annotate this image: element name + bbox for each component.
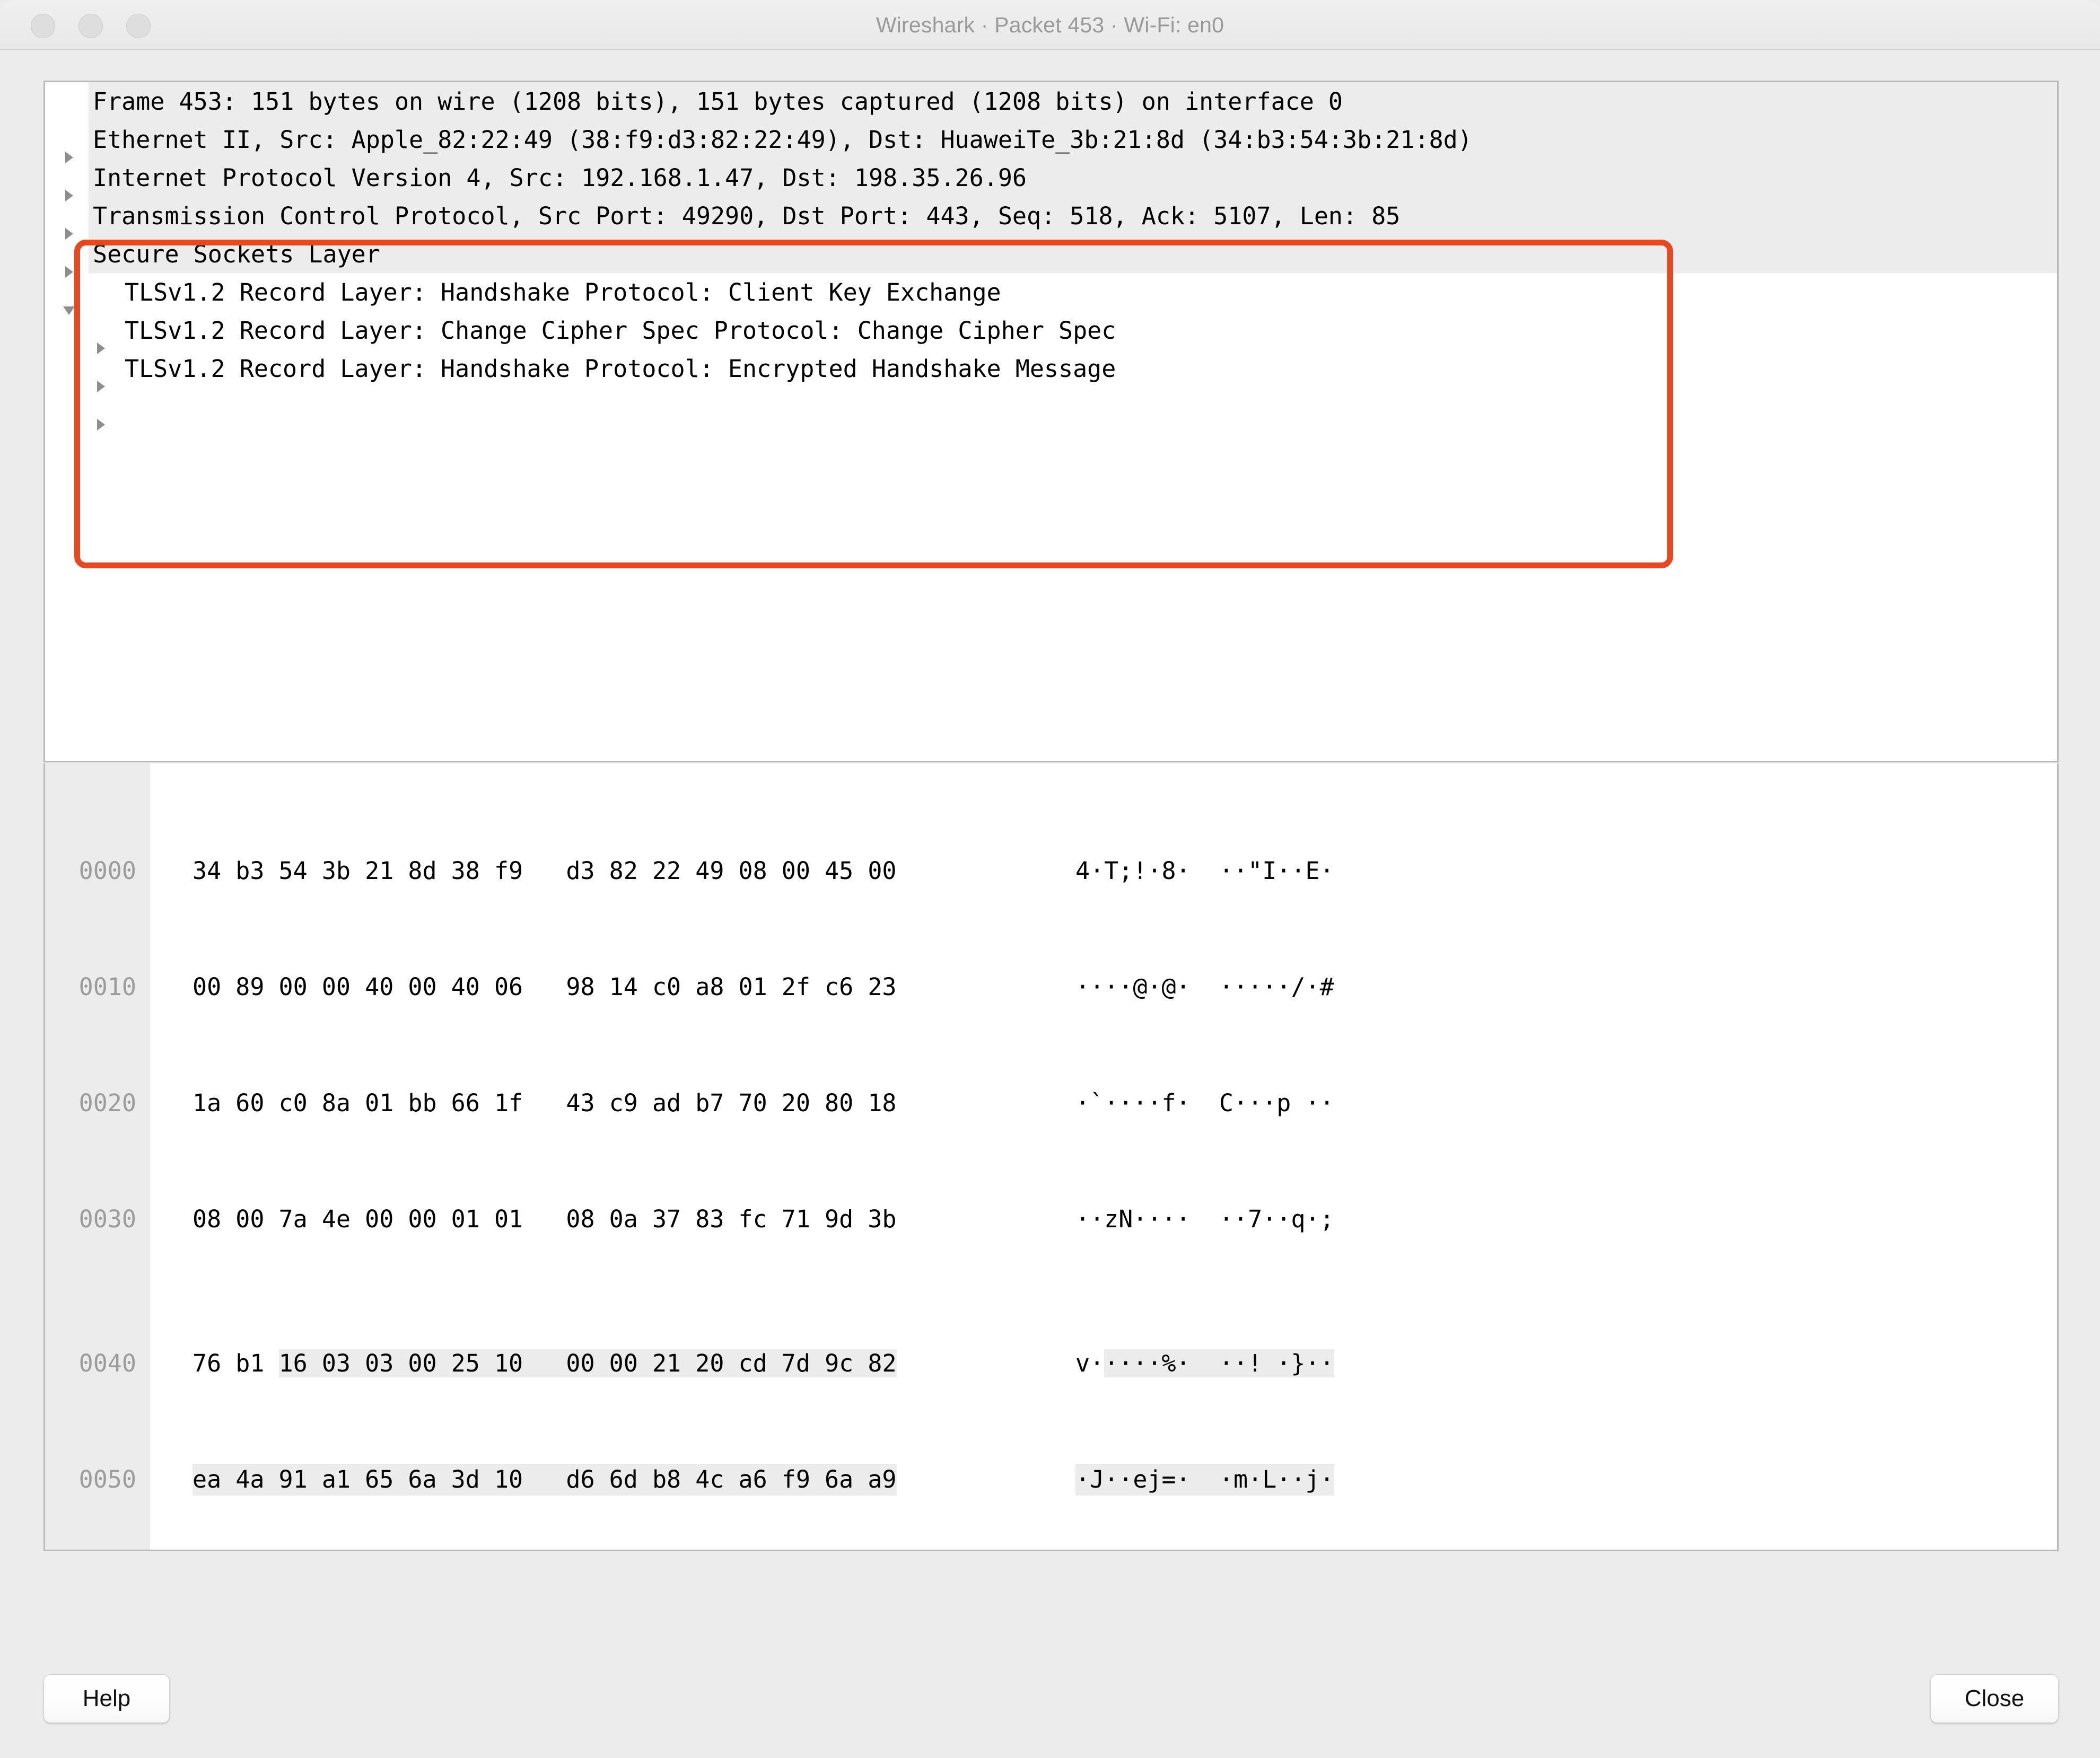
hex-ascii: ····@·@· ·····/·# [1075,973,1334,1001]
tree-row-secure-sockets-layer[interactable]: Secure Sockets Layer [45,235,2057,315]
tree-row[interactable]: Internet Protocol Version 4, Src: 192.16… [45,159,2057,240]
chevron-right-icon[interactable] [61,208,77,278]
hex-ascii: ·J··ej=· ·m·L··j· [1075,1464,1334,1496]
tree-row-label: TLSv1.2 Record Layer: Change Cipher Spec… [125,316,1116,345]
hex-bytes: 00 89 00 00 40 00 40 06 98 14 c0 a8 01 2… [192,973,897,1001]
hex-ascii: ·`····f· C···p ·· [1075,1089,1334,1117]
chevron-right-icon[interactable] [93,361,109,430]
tree-row-label: Internet Protocol Version 4, Src: 192.16… [93,163,1027,192]
hex-offset: 0020 [78,1089,136,1117]
hex-ascii: 4·T;!·8· ··"I··E· [1075,857,1334,885]
chevron-down-icon[interactable] [61,246,77,315]
hex-bytes: 08 00 7a 4e 00 00 01 01 08 0a 37 83 fc 7… [192,1205,897,1233]
row-background [89,235,2057,273]
tree-row[interactable]: TLSv1.2 Record Layer: Handshake Protocol… [45,273,2057,354]
hex-offset: 0040 [78,1349,136,1377]
packet-detail-tree[interactable]: Frame 453: 151 bytes on wire (1208 bits)… [43,81,2059,762]
hex-offset: 0030 [78,1205,136,1233]
tree-row[interactable]: TLSv1.2 Record Layer: Change Cipher Spec… [45,311,2057,392]
tree-row[interactable]: Transmission Control Protocol, Src Port:… [45,197,2057,278]
tree-row-label: TLSv1.2 Record Layer: Handshake Protocol… [125,354,1116,383]
chevron-right-icon[interactable] [93,322,109,392]
tree-row[interactable]: TLSv1.2 Record Layer: Handshake Protocol… [45,349,2057,430]
hex-ascii: v·····%· ··! ·}·· [1075,1348,1334,1379]
packet-bytes-pane[interactable]: 0000 34 b3 54 3b 21 8d 38 f9 d3 82 22 49… [43,763,2059,1551]
hex-offset: 0050 [78,1465,136,1493]
hex-row[interactable]: 0020 1a 60 c0 8a 01 bb 66 1f 43 c9 ad b7… [45,1087,2057,1119]
chevron-right-icon[interactable] [93,284,109,354]
hex-row[interactable]: 0010 00 89 00 00 40 00 40 06 98 14 c0 a8… [45,971,2057,1003]
chevron-right-icon[interactable] [61,93,77,163]
hex-bytes: 34 b3 54 3b 21 8d 38 f9 d3 82 22 49 08 0… [192,857,897,885]
hex-bytes: 76 b1 16 03 03 00 25 10 00 00 21 20 cd 7… [192,1348,897,1379]
packet-detail-window: Wireshark · Packet 453 · Wi-Fi: en0 Fram… [0,0,2100,1758]
tree-row[interactable]: Ethernet II, Src: Apple_82:22:49 (38:f9:… [45,120,2057,201]
hex-ascii-plain: v· [1075,1349,1105,1377]
tree-row-label: TLSv1.2 Record Layer: Handshake Protocol… [125,278,1001,306]
hex-row[interactable]: 0050 ea 4a 91 a1 65 6a 3d 10 d6 6d b8 4c… [45,1464,2057,1496]
tree-row-label: Secure Sockets Layer [93,240,380,268]
tree-row-label: Transmission Control Protocol, Src Port:… [93,201,1401,230]
hex-dump: 0000 34 b3 54 3b 21 8d 38 f9 d3 82 22 49… [45,763,2057,1550]
hex-row[interactable]: 0040 76 b1 16 03 03 00 25 10 00 00 21 20… [45,1348,2057,1379]
hex-ascii-highlighted: ····%· ··! ·}·· [1104,1349,1334,1377]
hex-bytes-highlighted: 16 03 03 00 25 10 00 00 21 20 cd 7d 9c 8… [278,1349,897,1377]
hex-row[interactable]: 0000 34 b3 54 3b 21 8d 38 f9 d3 82 22 49… [45,855,2057,887]
window-titlebar: Wireshark · Packet 453 · Wi-Fi: en0 [0,0,2100,50]
window-title: Wireshark · Packet 453 · Wi-Fi: en0 [876,13,1224,37]
hex-bytes: 1a 60 c0 8a 01 bb 66 1f 43 c9 ad b7 70 2… [192,1089,897,1117]
chevron-right-icon[interactable] [61,131,77,201]
tree-row[interactable]: Frame 453: 151 bytes on wire (1208 bits)… [45,82,2057,163]
help-button[interactable]: Help [43,1674,170,1723]
tree-row-label: Ethernet II, Src: Apple_82:22:49 (38:f9:… [93,125,1472,154]
close-button[interactable]: Close [1930,1674,2059,1723]
hex-row[interactable]: 0030 08 00 7a 4e 00 00 01 01 08 0a 37 83… [45,1203,2057,1235]
tree-row-label: Frame 453: 151 bytes on wire (1208 bits)… [93,87,1343,116]
hex-offset: 0000 [78,857,136,885]
hex-offset: 0010 [78,973,136,1001]
hex-ascii: ··zN···· ··7··q·; [1075,1205,1334,1233]
hex-bytes: ea 4a 91 a1 65 6a 3d 10 d6 6d b8 4c a6 f… [192,1464,897,1496]
chevron-right-icon[interactable] [61,170,77,240]
hex-bytes-plain: 76 b1 [192,1349,279,1377]
